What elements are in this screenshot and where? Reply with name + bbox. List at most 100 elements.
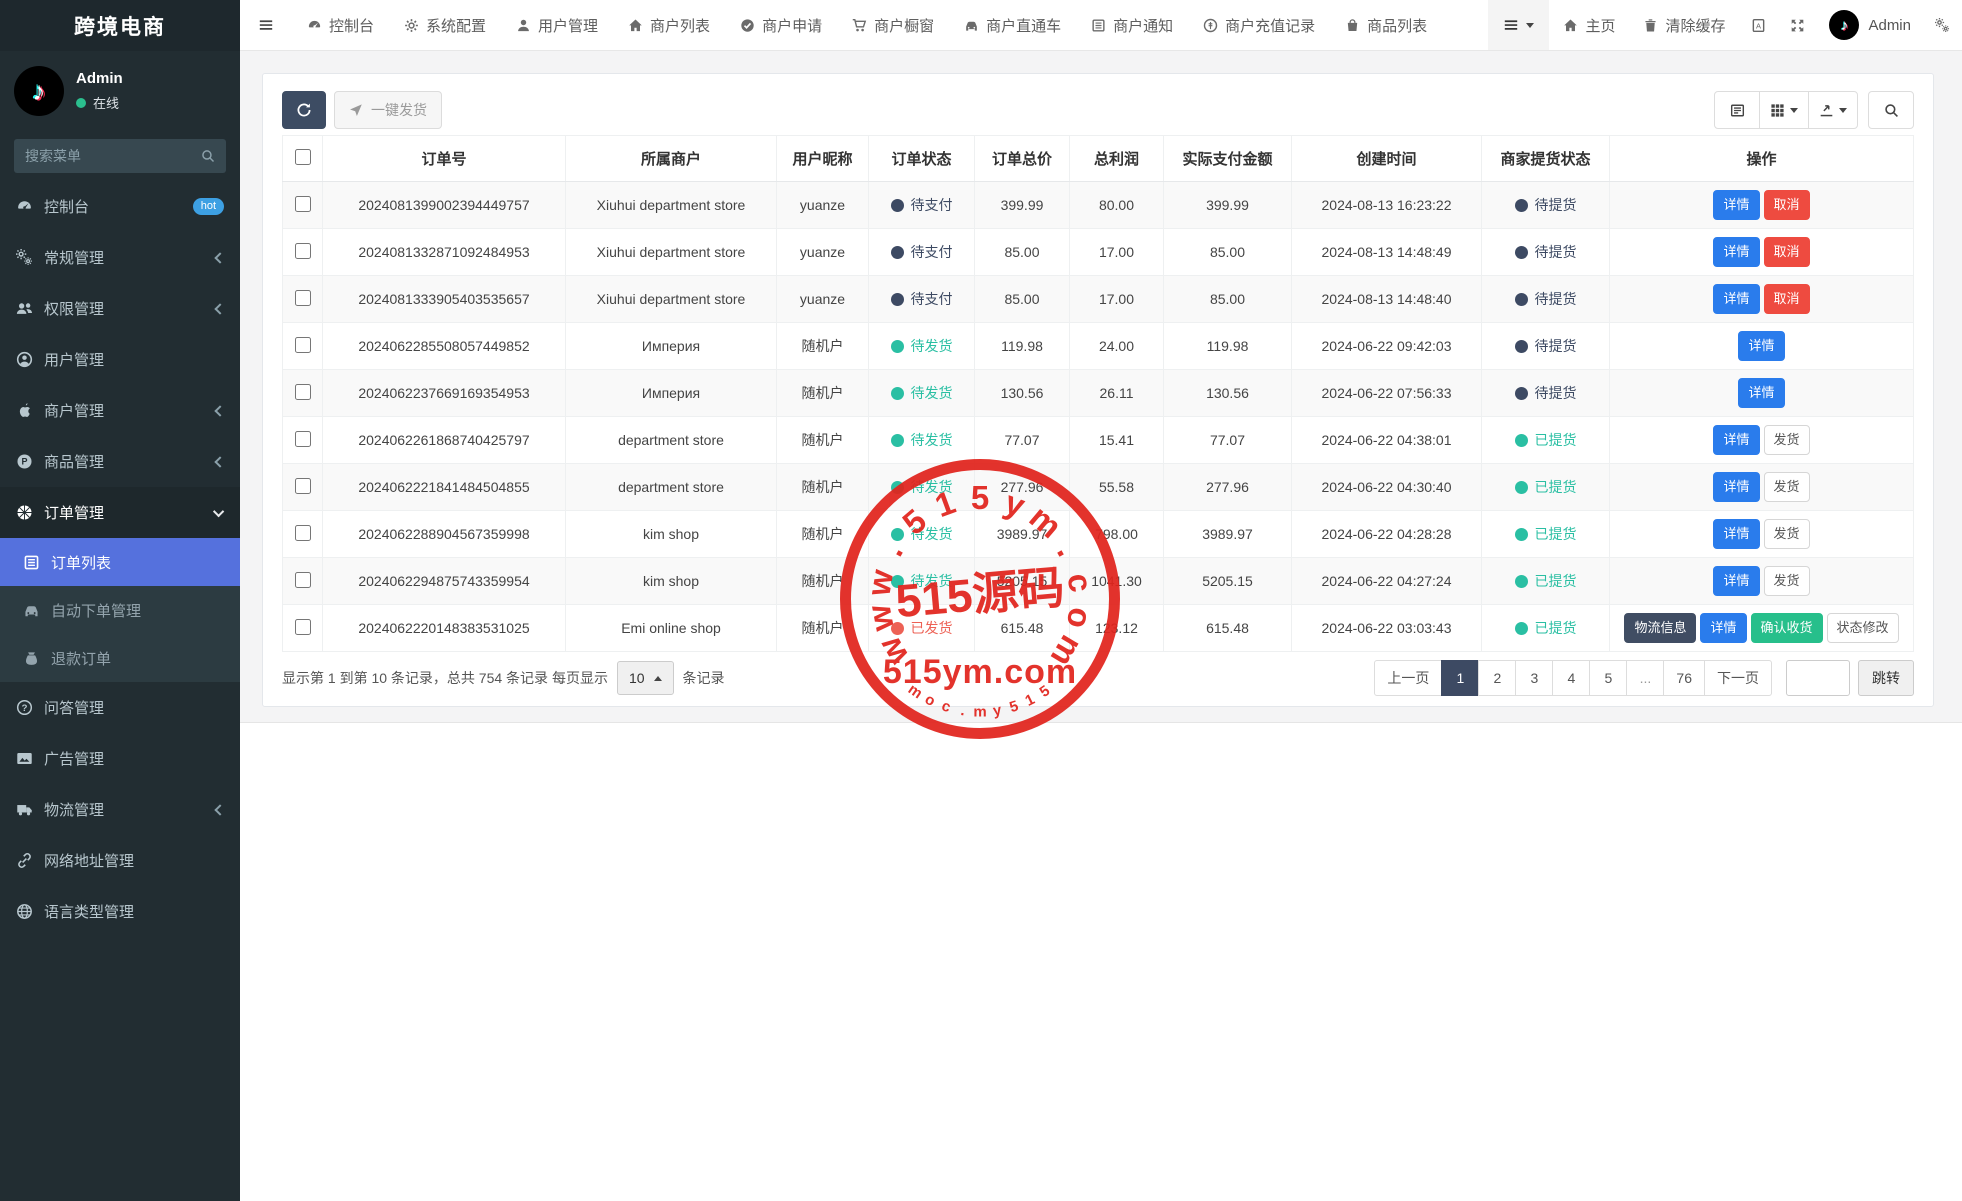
row-checkbox[interactable] [294,524,311,541]
status-label: 待提货 [1534,338,1577,354]
one-click-ship-button[interactable]: 一键发货 [334,91,442,129]
row-checkbox[interactable] [294,383,311,400]
table-row: 2024081332871092484953 Xiuhui department … [282,228,1914,276]
navbar-item-控制台[interactable]: 控制台 [292,0,389,50]
sidebar-item-row[interactable]: 语言类型管理 [0,886,240,937]
pickup-status-cell: 已提货 [1481,463,1610,511]
sidebar-item-row[interactable]: 物流管理 [0,784,240,835]
action-button-详情[interactable]: 详情 [1713,190,1760,220]
created-time: 2024-08-13 14:48:49 [1291,228,1482,276]
sidebar-item-row[interactable]: 用户管理 [0,334,240,385]
nav-menu-dropdown[interactable] [1488,0,1550,50]
sidebar-item-row[interactable]: 控制台 hot [0,181,240,232]
row-checkbox[interactable] [294,618,311,635]
export-button[interactable] [1808,91,1858,129]
action-button-详情[interactable]: 详情 [1713,284,1760,314]
action-button-详情[interactable]: 详情 [1738,331,1785,361]
row-checkbox[interactable] [294,336,311,353]
chevron-left-icon [214,455,226,468]
navbar-item-商户申请[interactable]: 商户申请 [725,0,837,50]
fullscreen-icon[interactable] [1778,0,1817,50]
action-button-详情[interactable]: 详情 [1738,378,1785,408]
action-button-发货[interactable]: 发货 [1763,566,1810,596]
action-button-取消[interactable]: 取消 [1763,284,1810,314]
order-status: 待发货 [890,477,953,497]
sidebar-subitem-退款订单[interactable]: 退款订单 [0,634,240,682]
select-all-checkbox[interactable] [294,148,311,165]
action-button-发货[interactable]: 发货 [1763,519,1810,549]
jump-button[interactable]: 跳转 [1858,660,1914,696]
sidebar-subitem-自动下单管理[interactable]: 自动下单管理 [0,586,240,634]
user-menu[interactable]: ♪ Admin [1817,0,1923,50]
navbar-item-商户橱窗[interactable]: 商户橱窗 [837,0,949,50]
status-dot-icon [890,292,904,306]
action-button-详情[interactable]: 详情 [1713,519,1760,549]
action-button-发货[interactable]: 发货 [1763,425,1810,455]
page-button-4[interactable]: 4 [1552,660,1591,696]
prev-page-button[interactable]: 上一页 [1374,660,1443,696]
action-button-状态修改[interactable]: 状态修改 [1826,613,1899,643]
page-button-76[interactable]: 76 [1663,660,1705,696]
search-button[interactable] [1868,91,1914,129]
page-button-2[interactable]: 2 [1478,660,1517,696]
home-link[interactable]: 主页 [1549,0,1629,50]
page-button-3[interactable]: 3 [1515,660,1554,696]
order-total: 77.07 [974,416,1070,464]
sidebar-item-row[interactable]: 商户管理 [0,385,240,436]
action-button-详情[interactable]: 详情 [1700,613,1747,643]
navbar-item-用户管理[interactable]: 用户管理 [501,0,613,50]
switch-language-icon[interactable]: A [1739,0,1778,50]
navbar-item-系统配置[interactable]: 系统配置 [389,0,501,50]
pickup-status: 已提货 [1514,477,1577,497]
paid-amount: 119.98 [1163,322,1292,370]
sidebar-item-row[interactable]: 网络地址管理 [0,835,240,886]
action-button-确认收货[interactable]: 确认收货 [1750,613,1823,643]
action-button-详情[interactable]: 详情 [1713,566,1760,596]
row-checkbox[interactable] [294,571,311,588]
sidebar-item-row[interactable]: P 商品管理 [0,436,240,487]
total-profit: 798.00 [1069,510,1164,558]
page-button-1[interactable]: 1 [1441,660,1480,696]
gear-icon [404,18,419,33]
clear-cache-link[interactable]: 清除缓存 [1629,0,1739,50]
row-checkbox[interactable] [294,477,311,494]
sidebar-item-row[interactable]: ? 问答管理 [0,682,240,733]
page-button-5[interactable]: 5 [1589,660,1628,696]
action-button-详情[interactable]: 详情 [1713,237,1760,267]
settings-gears-icon[interactable] [1923,0,1962,50]
navbar-item-商户通知[interactable]: 商户通知 [1076,0,1188,50]
row-checkbox[interactable] [294,195,311,212]
columns-button[interactable] [1759,91,1809,129]
navbar-item-商户充值记录[interactable]: 商户充值记录 [1188,0,1330,50]
action-button-物流信息[interactable]: 物流信息 [1624,613,1697,643]
action-button-取消[interactable]: 取消 [1763,237,1810,267]
action-button-取消[interactable]: 取消 [1763,190,1810,220]
row-checkbox[interactable] [294,430,311,447]
search-icon[interactable] [201,149,215,163]
sidebar-item-row[interactable]: 订单管理 [0,487,240,538]
table-row: 2024062237669169354953 Империя 随机户 待发货 130.5… [282,369,1914,417]
page-size-select[interactable]: 10 [616,661,674,695]
chevron-left-icon [214,302,226,315]
sidebar-item-row[interactable]: 常规管理 [0,232,240,283]
action-button-发货[interactable]: 发货 [1763,472,1810,502]
jump-page-input[interactable] [1786,660,1850,696]
toggle-detail-view-button[interactable] [1714,91,1760,129]
action-button-详情[interactable]: 详情 [1713,425,1760,455]
status-dot-icon [1514,433,1528,447]
sidebar-item-row[interactable]: 广告管理 [0,733,240,784]
refresh-button[interactable] [282,91,326,129]
sidebar-search-input[interactable] [25,148,195,164]
sidebar-subitem-订单列表[interactable]: 订单列表 [0,538,240,586]
row-checkbox[interactable] [294,289,311,306]
navbar-item-商户列表[interactable]: 商户列表 [613,0,725,50]
order-status-cell: 待支付 [868,181,975,229]
sidebar-toggle-button[interactable] [240,0,292,50]
next-page-button[interactable]: 下一页 [1704,660,1772,696]
action-button-详情[interactable]: 详情 [1713,472,1760,502]
sidebar-item-row[interactable]: 权限管理 [0,283,240,334]
navbar-item-商户直通车[interactable]: 商户直通车 [949,0,1076,50]
row-checkbox[interactable] [294,242,311,259]
sidebar-item-语言类型管理: 语言类型管理 [0,886,240,937]
navbar-item-商品列表[interactable]: 商品列表 [1330,0,1442,50]
